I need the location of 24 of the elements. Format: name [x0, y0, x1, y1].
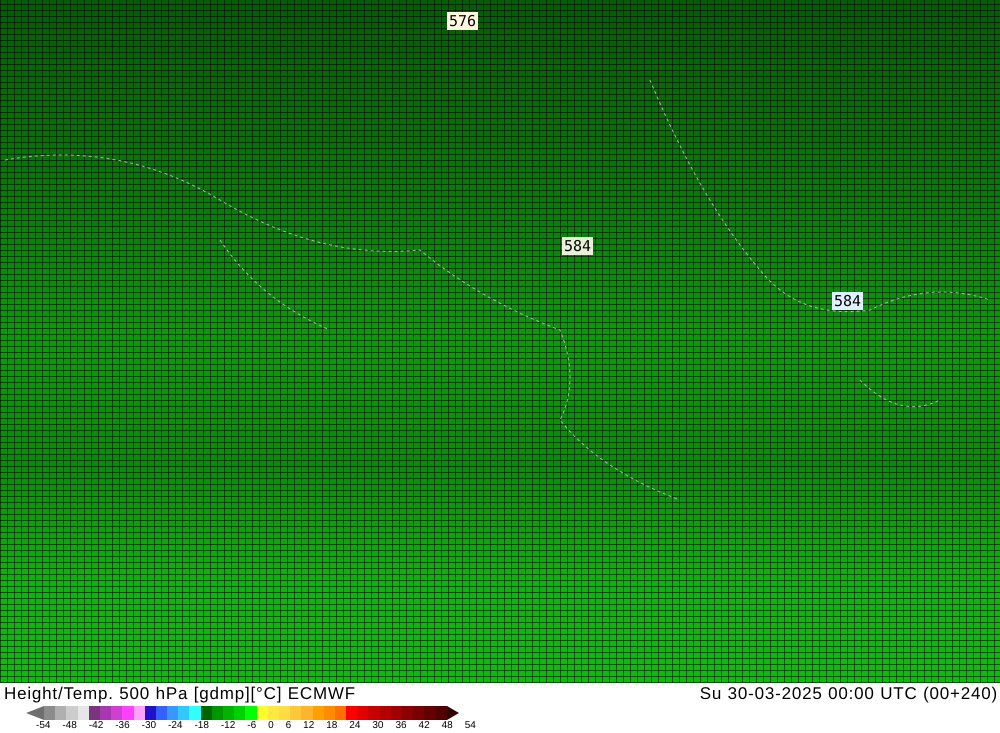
scale-tick-label: 36 — [395, 720, 407, 732]
scale-tick-label: -6 — [247, 720, 256, 732]
scale-tick-label: 48 — [442, 720, 453, 732]
scale-tick-label: -30 — [142, 720, 156, 732]
scale-tick-label: 54 — [464, 720, 476, 732]
scale-tick-label: 24 — [349, 720, 360, 732]
valid-time: Su 30-03-2025 00:00 UTC (00+240) — [700, 683, 998, 705]
map-title: Height/Temp. 500 hPa [gdmp][°C] ECMWF — [4, 683, 357, 705]
scale-tick-label: -48 — [62, 720, 77, 732]
scale-tick-label: 42 — [418, 720, 430, 732]
scale-tick-label: 6 — [286, 720, 292, 732]
scale-tick-label: -18 — [194, 720, 209, 732]
scale-tick-label: -24 — [168, 720, 182, 732]
contour-label: 576 — [447, 12, 478, 30]
scale-tick-label: 0 — [268, 720, 274, 732]
scale-tick-label: 18 — [326, 720, 338, 732]
scale-tick-label: 30 — [372, 720, 384, 732]
scale-tick-label: -54 — [36, 720, 50, 732]
scale-tick-label: -36 — [115, 720, 130, 732]
scale-tick-label: -12 — [220, 720, 236, 732]
contour-label: 584 — [562, 237, 594, 255]
scale-tick-label: -42 — [88, 720, 104, 732]
scale-tick-label: 12 — [303, 720, 314, 732]
contour-label: 584 — [832, 292, 864, 310]
